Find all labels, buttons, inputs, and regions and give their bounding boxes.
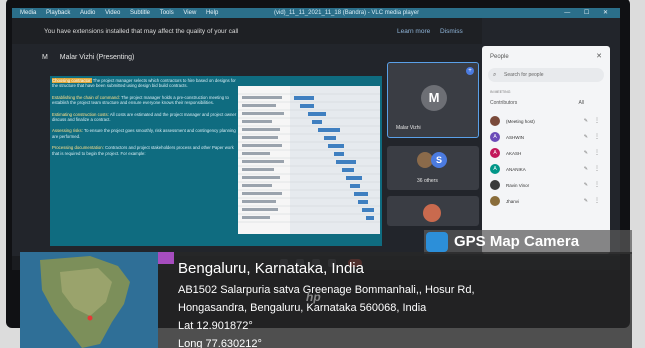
participant-tiles: M + Malar Vizhi S 36 others <box>387 54 479 254</box>
participant-name: Ravin Vinor <box>506 183 530 188</box>
map-thumbnail <box>20 252 158 348</box>
avatar: A <box>490 132 500 142</box>
participant-row[interactable]: (Meeting host) ✎ ⋮ <box>490 116 602 128</box>
menu-tools[interactable]: Tools <box>160 8 174 18</box>
gps-brand-text: GPS Map Camera <box>454 233 580 250</box>
slide-text: Choosing contractor: The project manager… <box>52 78 238 244</box>
presenter-label: M Malar Vizhi (Presenting) <box>42 54 134 61</box>
presenting-icon: + <box>466 67 474 75</box>
mic-off-icon: ✎ <box>583 118 588 124</box>
longitude-text: Long 77.630212° <box>178 338 262 348</box>
menu-playback[interactable]: Playback <box>46 8 70 18</box>
in-meeting-label: IN MEETING <box>490 90 511 94</box>
gps-overlay: Bengaluru, Karnataka, India AB1502 Salar… <box>20 252 632 348</box>
more-options-icon[interactable]: ⋮ <box>594 133 600 140</box>
slide-item-head: Establishing the chain of command: <box>52 94 120 100</box>
slide-item-head: Assessing risks: <box>52 128 83 134</box>
search-placeholder: Search for people <box>504 72 544 78</box>
mic-off-icon: ✎ <box>583 182 588 188</box>
participant-row[interactable]: A ANANIKA ✎ ⋮ <box>490 164 602 176</box>
screen: Media Playback Audio Video Subtitle Tool… <box>12 8 620 256</box>
close-icon[interactable]: ✕ <box>596 52 602 60</box>
more-options-icon[interactable]: ⋮ <box>594 197 600 204</box>
shared-slide: Choosing contractor: The project manager… <box>50 76 382 246</box>
menu-media[interactable]: Media <box>20 8 36 18</box>
slide-item-head: Processing documentation: <box>52 145 104 151</box>
more-options-icon[interactable]: ⋮ <box>594 149 600 156</box>
slide-item: Estimating construction costs: All costs… <box>52 112 238 123</box>
search-icon: ⌕ <box>493 72 497 78</box>
slide-item: Assessing risks: To ensure the project g… <box>52 128 238 139</box>
mic-off-icon: ✎ <box>583 134 588 140</box>
menu-view[interactable]: View <box>183 8 196 18</box>
menu-help[interactable]: Help <box>206 8 218 18</box>
participant-name: ASHWIN <box>506 135 524 140</box>
window-controls[interactable]: — ☐ ✕ <box>564 8 614 18</box>
mic-off-icon: ✎ <box>583 166 588 172</box>
contributors-label[interactable]: Contributors <box>490 100 517 106</box>
mic-off-icon: ✎ <box>583 198 588 204</box>
notice-text: You have extensions installed that may a… <box>44 28 239 35</box>
avatar: A <box>490 164 500 174</box>
presenter-initial: M <box>42 54 48 61</box>
window-title: (vid)_11_11_2021_11_18 (Bandra) - VLC me… <box>274 10 420 16</box>
vlc-title-bar: Media Playback Audio Video Subtitle Tool… <box>12 8 620 18</box>
avatar: S <box>431 152 447 168</box>
people-title: People <box>490 54 509 60</box>
participant-name: Jhanvi <box>506 199 520 204</box>
latitude-text: Lat 12.901872° <box>178 320 253 332</box>
address-line-1: AB1502 Salarpuria satva Greenage Bommanh… <box>178 284 475 296</box>
presenter-name: Malar Vizhi (Presenting) <box>59 54 135 61</box>
more-options-icon[interactable]: ⋮ <box>594 117 600 124</box>
participant-row[interactable]: Jhanvi ✎ ⋮ <box>490 196 602 208</box>
participant-row[interactable]: Ravin Vinor ✎ ⋮ <box>490 180 602 192</box>
tile-name: Malar Vizhi <box>396 125 421 131</box>
gantt-chart-image <box>238 86 380 234</box>
tile-others[interactable]: S 36 others <box>387 146 479 190</box>
menu-audio[interactable]: Audio <box>80 8 95 18</box>
address-line-2: Hongasandra, Bengaluru, Karnataka 560068… <box>178 302 427 314</box>
slide-item-head: Choosing contractor: <box>52 78 92 83</box>
learn-more-link[interactable]: Learn more <box>397 28 430 35</box>
menu-subtitle[interactable]: Subtitle <box>130 8 150 18</box>
slide-item: Processing documentation: Contractors an… <box>52 145 238 156</box>
camera-icon <box>426 232 448 252</box>
participant-row[interactable]: A ASHWIN ✎ ⋮ <box>490 132 602 144</box>
gps-brand-label: GPS Map Camera <box>424 230 632 254</box>
avatar-photo <box>423 204 441 222</box>
avatar <box>490 116 500 126</box>
tile-others-label: 36 others <box>417 178 438 184</box>
city-text: Bengaluru, Karnataka, India <box>178 260 364 277</box>
all-label: All <box>578 100 584 106</box>
avatar: A <box>490 148 500 158</box>
people-panel: People ✕ ⌕ Search for people IN MEETING … <box>482 46 610 254</box>
more-options-icon[interactable]: ⋮ <box>594 181 600 188</box>
photo-thumbnail <box>158 252 174 264</box>
menu-video[interactable]: Video <box>105 8 120 18</box>
participant-name: ANANIKA <box>506 167 526 172</box>
extensions-notice: You have extensions installed that may a… <box>12 18 482 44</box>
monitor-logo: hp <box>306 290 321 304</box>
tile-self-view[interactable] <box>387 196 479 226</box>
participant-name: AKASH <box>506 151 522 156</box>
slide-item: Choosing contractor: The project manager… <box>52 78 238 89</box>
participant-row[interactable]: A AKASH ✎ ⋮ <box>490 148 602 160</box>
avatar <box>490 196 500 206</box>
slide-item-head: Estimating construction costs: <box>52 111 109 117</box>
tile-main-participant[interactable]: M + Malar Vizhi <box>387 62 479 138</box>
avatar <box>490 180 500 190</box>
avatar: M <box>421 85 447 111</box>
slide-item: Establishing the chain of command: The p… <box>52 95 238 106</box>
dismiss-button[interactable]: Dismiss <box>440 28 463 35</box>
mic-off-icon: ✎ <box>583 150 588 156</box>
search-people-input[interactable]: ⌕ Search for people <box>488 68 604 82</box>
participant-name: (Meeting host) <box>506 119 535 124</box>
more-options-icon[interactable]: ⋮ <box>594 165 600 172</box>
